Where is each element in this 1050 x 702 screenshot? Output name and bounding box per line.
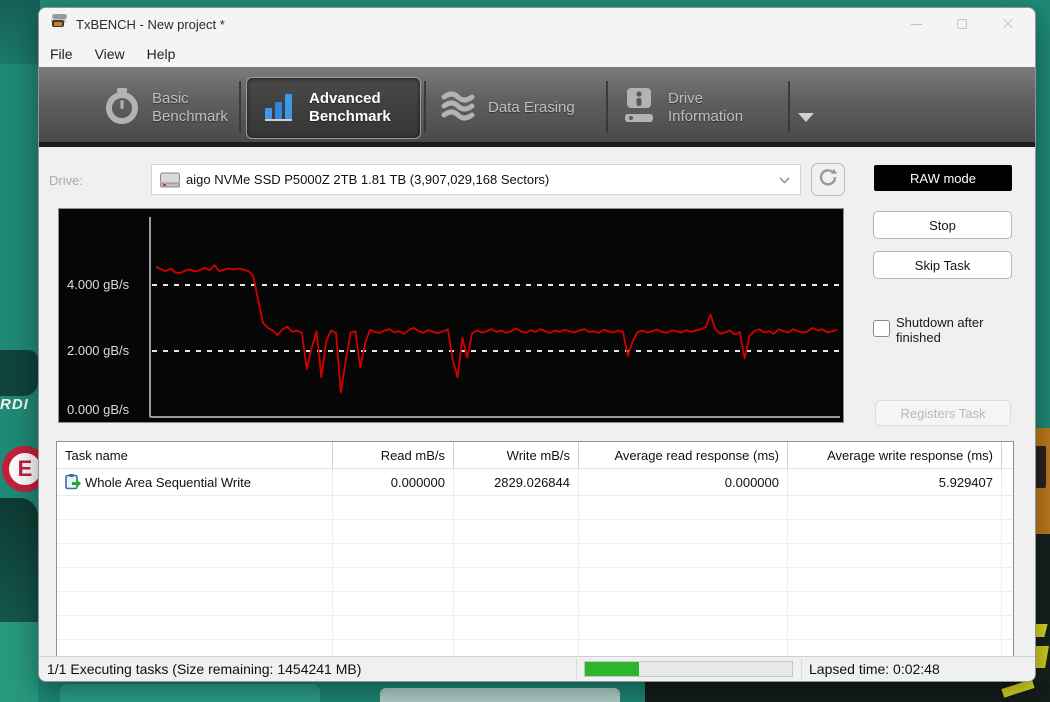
- chart-plot-area: [149, 217, 840, 418]
- registers-task-button[interactable]: Registers Task: [875, 400, 1011, 426]
- tab-drive-information[interactable]: Drive Information: [616, 77, 743, 139]
- toolbar-separator: [424, 81, 426, 133]
- read-cell: 0.000000: [333, 469, 454, 495]
- toolbar-separator: [239, 81, 241, 133]
- wallpaper-text: RDI: [0, 396, 29, 413]
- status-divider: [576, 659, 577, 680]
- progress-bar: [584, 661, 793, 677]
- tab-basic-benchmark[interactable]: Basic Benchmark: [94, 77, 228, 139]
- avg-read-cell: 0.000000: [579, 469, 788, 495]
- column-header-filler: [1002, 442, 1018, 468]
- drive-select-value: aigo NVMe SSD P5000Z 2TB 1.81 TB (3,907,…: [186, 172, 550, 187]
- wallpaper-shape: [60, 684, 320, 702]
- close-icon: [1002, 18, 1014, 30]
- status-bar: 1/1 Executing tasks (Size remaining: 145…: [39, 656, 1035, 681]
- menu-view[interactable]: View: [84, 46, 136, 62]
- column-header-write[interactable]: Write mB/s: [454, 442, 579, 468]
- skip-task-button[interactable]: Skip Task: [873, 251, 1012, 279]
- task-name-cell: Whole Area Sequential Write: [57, 469, 333, 495]
- table-row-empty: [57, 616, 1013, 640]
- wallpaper-car-wing: [0, 350, 38, 396]
- toolbar-overflow-icon[interactable]: [798, 113, 814, 122]
- column-header-read[interactable]: Read mB/s: [333, 442, 454, 468]
- drive-label: Drive:: [49, 173, 83, 188]
- tab-advanced-benchmark[interactable]: Advanced Benchmark: [246, 77, 421, 139]
- progress-bar-fill: [585, 662, 639, 676]
- menu-bar: File View Help: [39, 40, 1035, 67]
- close-button[interactable]: [985, 8, 1031, 40]
- table-row-empty: [57, 568, 1013, 592]
- table-row[interactable]: Whole Area Sequential Write 0.000000 282…: [57, 469, 1013, 496]
- table-empty-rows: [57, 496, 1013, 664]
- title-bar[interactable]: TxBENCH - New project *: [39, 8, 1035, 40]
- stopwatch-icon: [104, 86, 140, 131]
- write-cell: 2829.026844: [454, 469, 579, 495]
- column-header-avg-write[interactable]: Average write response (ms): [788, 442, 1002, 468]
- desktop: RDI E TxBENCH - New project * File View …: [0, 0, 1050, 702]
- erase-waves-icon: [440, 89, 476, 128]
- minimize-icon: [910, 23, 922, 25]
- maximize-icon: [957, 19, 967, 29]
- table-row-empty: [57, 496, 1013, 520]
- menu-file[interactable]: File: [39, 46, 84, 62]
- tab-label: Drive Information: [668, 90, 744, 125]
- status-executing-text: 1/1 Executing tasks (Size remaining: 145…: [47, 661, 362, 677]
- tab-label: Basic Benchmark: [152, 90, 228, 125]
- y-axis-tick-label: 0.000 gB/s: [67, 402, 130, 417]
- toolbar-separator: [788, 81, 790, 133]
- chevron-down-icon: [779, 171, 790, 189]
- refresh-drives-button[interactable]: [811, 163, 845, 196]
- app-icon: [51, 14, 68, 34]
- toolbar-separator: [606, 81, 608, 133]
- window-title: TxBENCH - New project *: [76, 16, 225, 32]
- wallpaper-dark-strip: [645, 682, 1050, 702]
- filler-cell: [1002, 469, 1018, 495]
- table-header: Task name Read mB/s Write mB/s Average r…: [57, 442, 1013, 469]
- menu-help[interactable]: Help: [136, 46, 187, 62]
- avg-write-cell: 5.929407: [788, 469, 1002, 495]
- toolbar: Basic Benchmark Advanced Benchmark Data …: [39, 67, 1035, 147]
- drive-select[interactable]: aigo NVMe SSD P5000Z 2TB 1.81 TB (3,907,…: [151, 164, 801, 195]
- tab-label: Advanced Benchmark: [309, 90, 391, 125]
- txbench-window: TxBENCH - New project * File View Help B…: [38, 7, 1036, 682]
- y-axis-tick-label: 4.000 gB/s: [67, 277, 130, 292]
- tab-data-erasing[interactable]: Data Erasing: [434, 77, 575, 139]
- shutdown-after-finished-checkbox[interactable]: [873, 320, 890, 337]
- wallpaper-corner: [0, 0, 40, 64]
- task-table: Task name Read mB/s Write mB/s Average r…: [56, 441, 1014, 664]
- column-header-task-name[interactable]: Task name: [57, 442, 333, 468]
- drive-info-icon: [622, 86, 656, 131]
- table-row-empty: [57, 544, 1013, 568]
- stop-button[interactable]: Stop: [873, 211, 1012, 239]
- minimize-button[interactable]: [893, 8, 939, 40]
- lapsed-time-text: Lapsed time: 0:02:48: [809, 661, 940, 677]
- raw-mode-button[interactable]: RAW mode: [874, 165, 1012, 191]
- shutdown-after-finished-label: Shutdown after finished: [896, 315, 984, 345]
- wallpaper-shape: [380, 688, 620, 702]
- tab-label: Data Erasing: [488, 99, 575, 116]
- column-header-avg-read[interactable]: Average read response (ms): [579, 442, 788, 468]
- y-axis-tick-label: 2.000 gB/s: [67, 343, 130, 358]
- wallpaper-ground: [0, 622, 38, 702]
- refresh-icon: [818, 167, 838, 192]
- bar-chart-icon: [263, 89, 297, 128]
- throughput-chart: 4.000 gB/s 2.000 gB/s 0.000 gB/s: [58, 208, 844, 423]
- maximize-button[interactable]: [939, 8, 985, 40]
- status-divider: [801, 659, 802, 680]
- wallpaper-car-body: [0, 498, 38, 624]
- table-row-empty: [57, 592, 1013, 616]
- table-row-empty: [57, 520, 1013, 544]
- drive-icon: [160, 172, 180, 188]
- task-icon: [65, 474, 81, 490]
